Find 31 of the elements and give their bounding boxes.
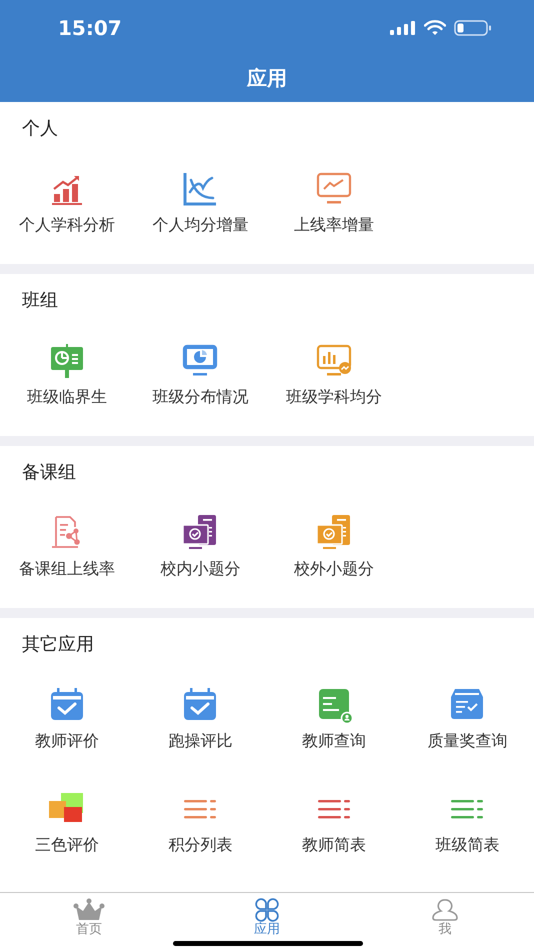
tab[interactable]: 首页 (0, 893, 178, 950)
app-label[interactable]: 教师查询 (302, 730, 366, 752)
status-time: 15:07 (58, 16, 122, 40)
app-label[interactable]: 上线率增量 (294, 214, 374, 236)
app-label[interactable]: 个人均分增量 (152, 214, 248, 236)
app-label[interactable]: 班级简表 (435, 834, 500, 856)
section-title: 备课组 (21, 462, 77, 484)
tab[interactable]: 应用 (178, 893, 356, 950)
battery-icon (454, 20, 492, 36)
section-title: 班组 (21, 290, 59, 312)
signal-icon (390, 21, 416, 35)
app-label[interactable]: 跑操评比 (168, 730, 232, 752)
app-label[interactable]: 班级临界生 (26, 386, 107, 408)
app-label[interactable]: 校内小题分 (160, 558, 240, 580)
app-label[interactable]: 班级学科均分 (286, 386, 382, 408)
wifi-icon (424, 20, 446, 36)
app-label[interactable]: 教师评价 (34, 730, 99, 752)
section-title: 其它应用 (21, 634, 95, 656)
app-label[interactable]: 教师简表 (302, 834, 366, 856)
app-label[interactable]: 三色评价 (34, 834, 99, 856)
crown-icon (73, 898, 105, 922)
person-icon (429, 898, 461, 922)
page-title: 应用 (246, 65, 288, 92)
app-label[interactable]: 备课组上线率 (18, 558, 115, 580)
app-label[interactable]: 校外小题分 (294, 558, 374, 580)
app-label[interactable]: 质量奖查询 (427, 730, 508, 752)
app-label[interactable]: 班级分布情况 (152, 386, 248, 408)
tab[interactable]: 我 (356, 893, 534, 950)
section-title: 个人 (21, 118, 59, 140)
app-label[interactable]: 积分列表 (168, 834, 232, 856)
app-label[interactable]: 个人学科分析 (18, 214, 115, 236)
